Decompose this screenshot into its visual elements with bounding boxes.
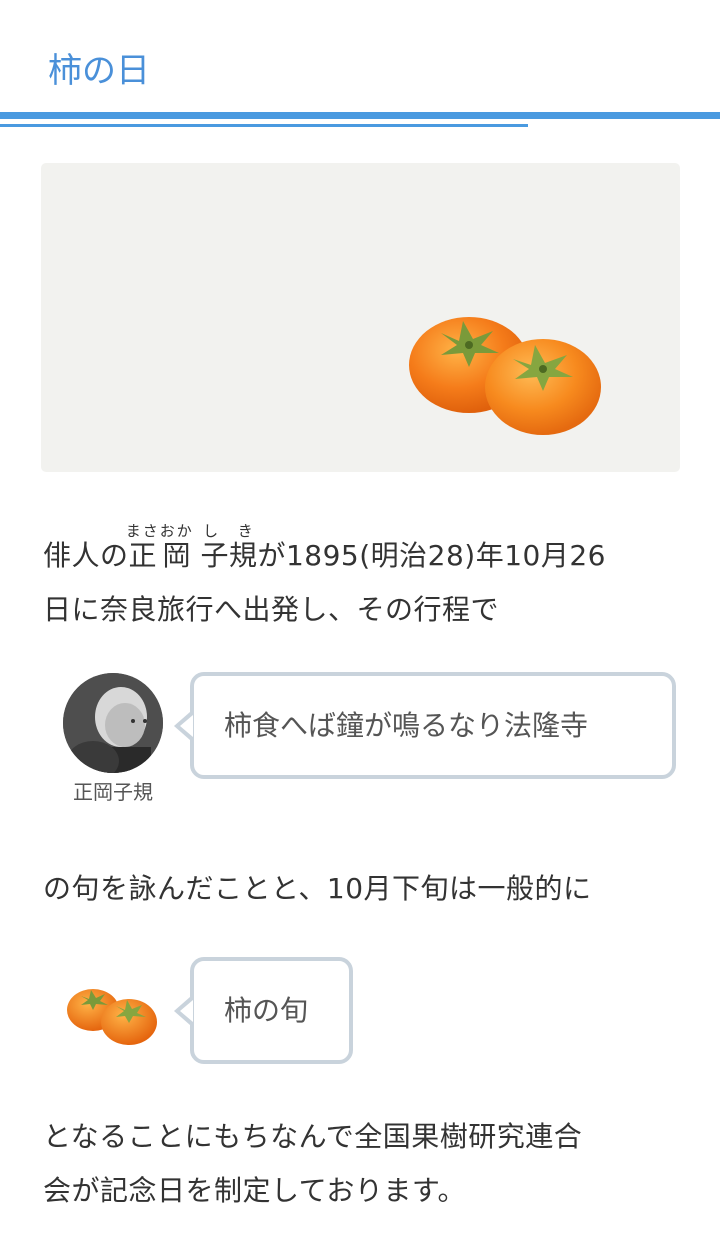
closing-line2: 会が記念日を制定しております。 [43, 1174, 467, 1207]
haiku-text: 柿食へば鐘が鳴るなり法隆寺 [224, 709, 589, 742]
intro-prefix: 俳人の [43, 539, 129, 572]
intro-paragraph: 俳人の正まさ岡おか 子規し きが1895(明治28)年10月26 日に奈良旅行へ… [43, 522, 683, 637]
persimmon-pair-illustration [409, 317, 601, 435]
shiki-masaoka-portrait [63, 673, 163, 773]
season-text: 柿の旬 [224, 994, 309, 1027]
closing-paragraph: となることにもちなんで全国果樹研究連合 会が記念日を制定しております。 [43, 1110, 683, 1218]
speech-bubble-season: 柿の旬 [174, 957, 353, 1064]
name-ruby-masa: 正まさ [125, 522, 160, 572]
name-ruby-oka: 岡おか [159, 522, 194, 572]
name-ruby-shiki: 子規し き [200, 522, 258, 572]
avatar [63, 673, 163, 773]
persimmon-icon [67, 989, 157, 1045]
middle-paragraph: の句を詠んだことと、10月下旬は一般的に [43, 872, 592, 905]
page-title: 柿の日 [48, 51, 150, 91]
intro-line2: 日に奈良旅行へ出発し、その行程で [43, 593, 500, 626]
closing-line1: となることにもちなんで全国果樹研究連合 [43, 1120, 583, 1153]
title-underline-thick [0, 112, 720, 119]
hero-image [41, 163, 680, 472]
title-underline-thin [0, 124, 528, 127]
intro-line1-suffix: が1895(明治28)年10月26 [257, 539, 606, 572]
speech-bubble-haiku: 柿食へば鐘が鳴るなり法隆寺 [174, 672, 676, 779]
speaker-name: 正岡子規 [73, 780, 153, 804]
